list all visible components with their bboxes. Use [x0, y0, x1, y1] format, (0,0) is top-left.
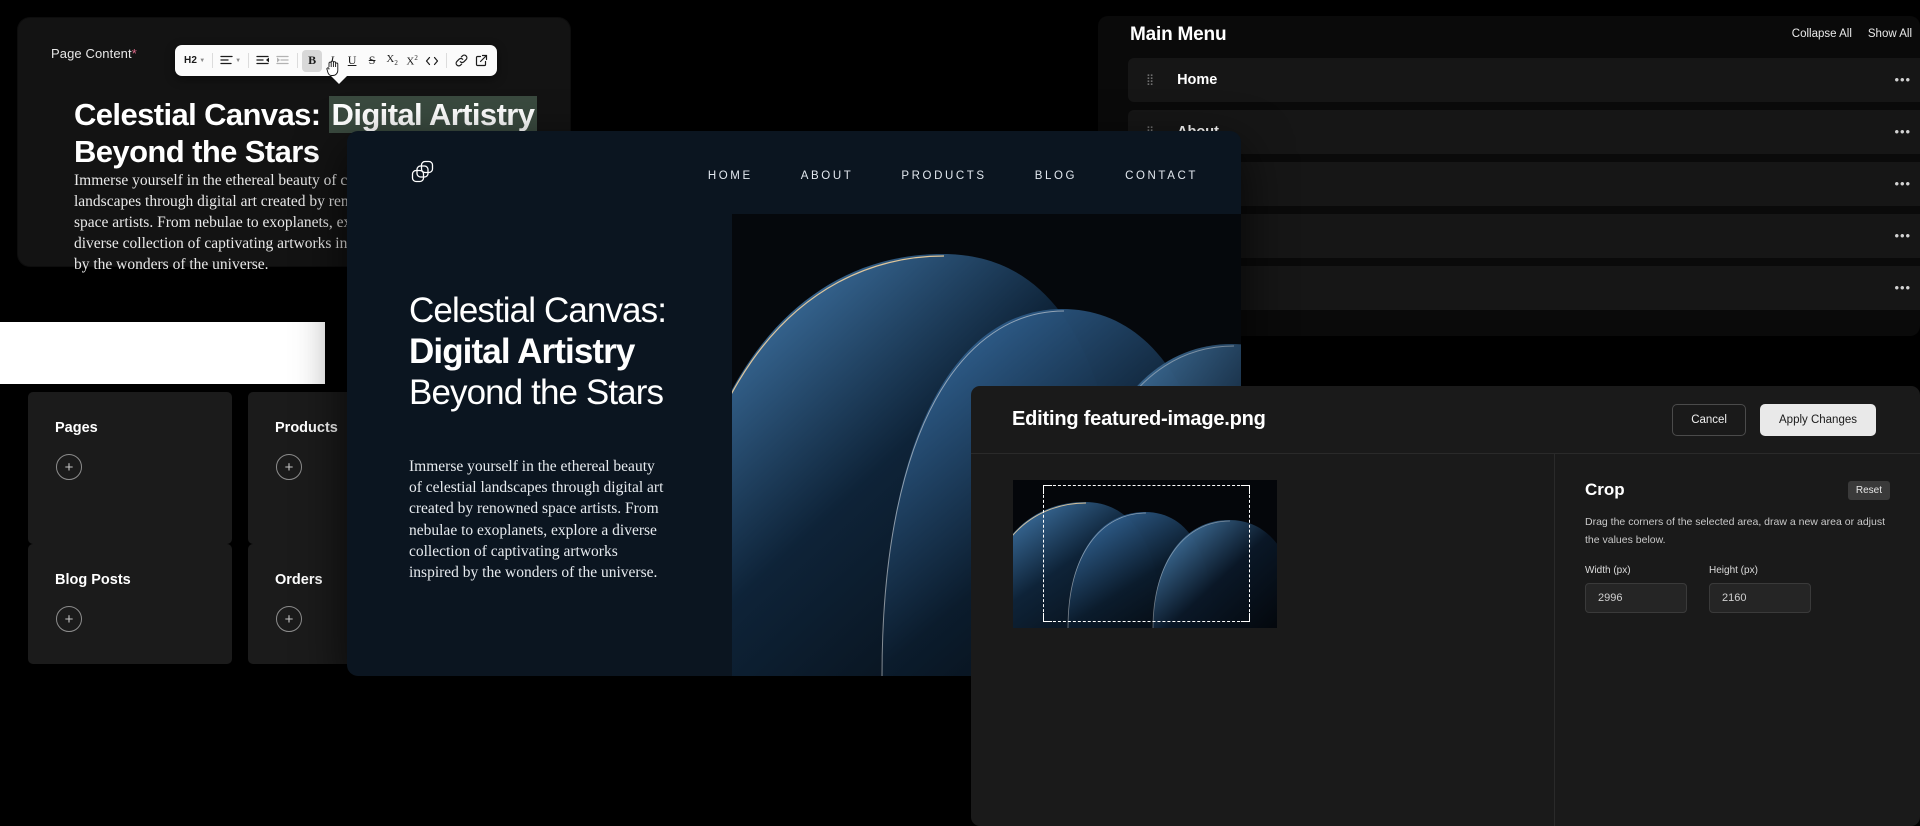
brand-logo-icon	[411, 160, 434, 183]
nav-link-contact[interactable]: CONTACT	[1125, 170, 1198, 182]
crop-width-group: Width (px)	[1585, 565, 1687, 613]
image-editor-header: Editing featured-image.png Cancel Apply …	[971, 386, 1920, 454]
main-menu-title: Main Menu	[1130, 24, 1227, 45]
image-editor-body: Crop Reset Drag the corners of the selec…	[971, 454, 1920, 826]
menu-item-label: Home	[1177, 72, 1218, 88]
more-options-icon[interactable]: •••	[1894, 281, 1911, 294]
preview-hero-text: Celestial Canvas: Digital Artistry Beyon…	[409, 291, 749, 583]
preview-navbar: HOME ABOUT PRODUCTS BLOG CONTACT	[347, 131, 1241, 221]
indent-decrease-icon[interactable]	[253, 50, 273, 72]
more-options-icon[interactable]: •••	[1894, 125, 1911, 138]
block-style-dropdown[interactable]: H2 ▼	[181, 50, 208, 72]
add-products-button[interactable]: +	[276, 454, 302, 480]
crop-description: Drag the corners of the selected area, d…	[1585, 516, 1885, 547]
menu-row-home[interactable]: ⣿ Home ••• ▼	[1128, 58, 1920, 102]
nav-link-home[interactable]: HOME	[708, 170, 753, 182]
underline-button[interactable]: U	[342, 50, 362, 72]
crop-height-group: Height (px)	[1709, 565, 1811, 613]
heading-line-3: Beyond the Stars	[409, 372, 664, 412]
add-order-button[interactable]: +	[276, 606, 302, 632]
bold-button[interactable]: B	[302, 49, 323, 72]
superscript-button[interactable]: X2	[402, 50, 422, 72]
menu-row-5[interactable]: ⣿ ••• ▼	[1128, 266, 1920, 310]
main-menu-actions: Collapse All Show All	[1792, 28, 1912, 40]
crop-width-label: Width (px)	[1585, 564, 1631, 576]
page-content-label: Page Content*	[51, 46, 137, 61]
crop-handle-bottom-right[interactable]	[1241, 613, 1250, 622]
card-title: Blog Posts	[55, 572, 131, 588]
crop-handle-top-left[interactable]	[1043, 485, 1052, 494]
preview-body-text: Immerse yourself in the ethereal beauty …	[409, 457, 664, 581]
toolbar-divider	[212, 53, 214, 68]
required-marker: *	[131, 46, 137, 61]
crop-height-label: Height (px)	[1709, 564, 1758, 576]
link-icon[interactable]	[451, 50, 471, 72]
crop-selection-box[interactable]	[1043, 485, 1250, 622]
add-pages-button[interactable]: +	[56, 454, 82, 480]
more-options-icon[interactable]: •••	[1894, 73, 1911, 86]
nav-link-about[interactable]: ABOUT	[801, 170, 854, 182]
heading-text-plain: Celestial Canvas:	[74, 97, 329, 132]
card-title: Pages	[55, 420, 98, 436]
code-button[interactable]	[422, 50, 442, 72]
indent-increase-icon[interactable]	[273, 50, 293, 72]
crop-height-input[interactable]	[1709, 582, 1811, 613]
toolbar-divider	[446, 53, 448, 68]
align-dropdown[interactable]: ▼	[217, 50, 244, 72]
image-editor-actions: Cancel Apply Changes	[1672, 403, 1876, 436]
nav-link-blog[interactable]: BLOG	[1035, 170, 1077, 182]
crop-handle-top-right[interactable]	[1241, 485, 1250, 494]
crop-preview-pane	[971, 454, 1554, 826]
heading-line-1: Celestial Canvas:	[409, 291, 667, 330]
cancel-button[interactable]: Cancel	[1672, 403, 1746, 436]
card-title: Products	[275, 420, 338, 436]
more-options-icon[interactable]: •••	[1894, 229, 1911, 242]
image-editor-title: Editing featured-image.png	[1012, 408, 1266, 430]
crop-canvas[interactable]	[1013, 480, 1277, 628]
nav-link-products[interactable]: PRODUCTS	[901, 170, 986, 182]
apply-changes-button[interactable]: Apply Changes	[1760, 403, 1876, 436]
external-link-icon[interactable]	[471, 50, 491, 72]
preview-nav-links: HOME ABOUT PRODUCTS BLOG CONTACT	[708, 170, 1198, 182]
crop-settings-pane: Crop Reset Drag the corners of the selec…	[1554, 454, 1920, 826]
show-all-button[interactable]: Show All	[1868, 28, 1912, 40]
menu-row-about[interactable]: ⣿ About ••• ▼	[1128, 110, 1920, 154]
menu-row-3[interactable]: ⣿ ••• ▼	[1128, 162, 1920, 206]
strikethrough-button[interactable]: S	[362, 50, 382, 72]
toolbar-divider	[297, 53, 299, 68]
toolbar-divider	[248, 53, 250, 68]
heading-line-2: Digital Artistry	[409, 331, 635, 371]
collection-card-pages[interactable]: Pages +	[28, 392, 232, 544]
drag-handle-icon[interactable]: ⣿	[1146, 74, 1155, 85]
heading-text-selected: Digital Artistry	[328, 96, 538, 133]
image-editor-modal: Editing featured-image.png Cancel Apply …	[971, 386, 1920, 826]
heading-text-line2: Beyond the Stars	[74, 133, 320, 169]
subscript-button[interactable]: X2	[382, 50, 402, 72]
add-blog-post-button[interactable]: +	[56, 606, 82, 632]
mouse-cursor-icon	[326, 60, 339, 76]
crop-width-input[interactable]	[1585, 582, 1687, 613]
collection-card-blog-posts[interactable]: Blog Posts +	[28, 544, 232, 664]
collapse-all-button[interactable]: Collapse All	[1792, 28, 1852, 40]
crop-title: Crop	[1585, 480, 1625, 499]
reset-crop-button[interactable]: Reset	[1847, 480, 1890, 500]
crop-handle-bottom-left[interactable]	[1043, 613, 1052, 622]
preview-heading: Celestial Canvas: Digital Artistry Beyon…	[409, 291, 749, 414]
card-title: Orders	[275, 572, 323, 588]
crop-dimension-fields: Width (px) Height (px)	[1585, 565, 1890, 613]
crop-header: Crop Reset	[1585, 480, 1890, 500]
white-paper-strip	[0, 322, 325, 384]
more-options-icon[interactable]: •••	[1894, 177, 1911, 190]
menu-row-4[interactable]: ⣿ ••• ▼	[1128, 214, 1920, 258]
